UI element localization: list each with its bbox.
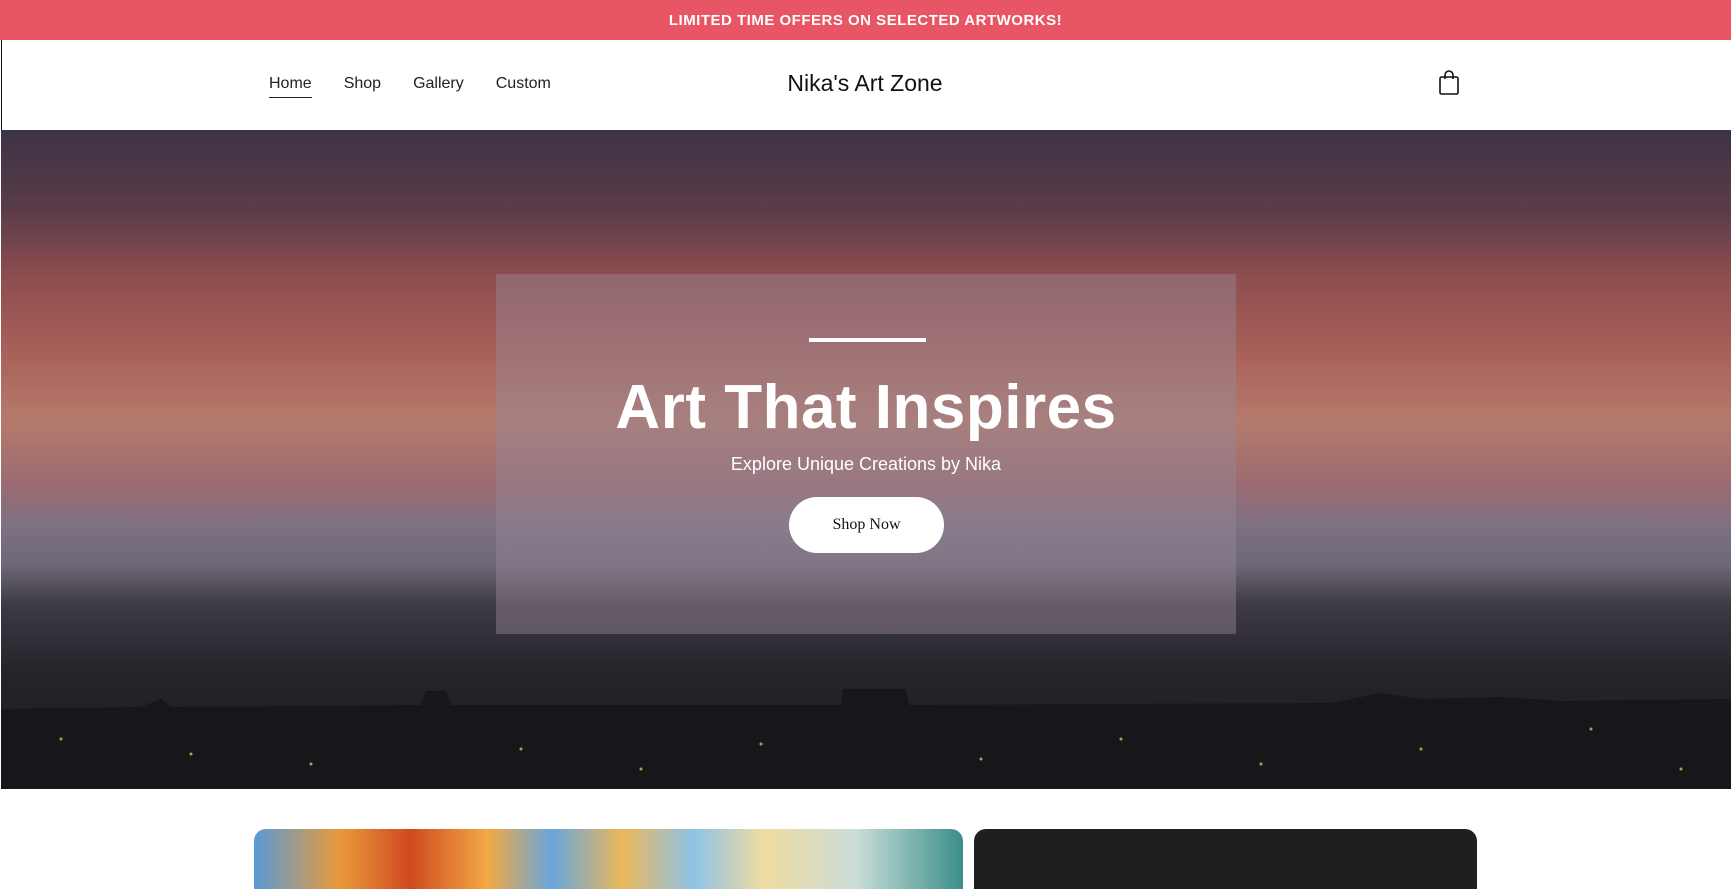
hero-panel: Art That Inspires Explore Unique Creatio… <box>496 274 1236 634</box>
main-nav: Home Shop Gallery Custom <box>269 75 551 98</box>
hero-title: Art That Inspires <box>615 373 1117 442</box>
nav-gallery[interactable]: Gallery <box>413 75 464 98</box>
promo-text: LIMITED TIME OFFERS ON SELECTED ARTWORKS… <box>668 11 1063 29</box>
shop-now-button[interactable]: Shop Now <box>789 497 944 553</box>
nav-shop[interactable]: Shop <box>344 75 381 98</box>
site-logo-text[interactable]: Nika's Art Zone <box>700 70 1030 97</box>
shopping-bag-icon[interactable] <box>1437 70 1461 96</box>
city-skyline-image <box>1 689 1731 789</box>
artwork-card-right[interactable] <box>974 829 1477 889</box>
hero-divider <box>809 338 926 342</box>
nav-home[interactable]: Home <box>269 75 312 98</box>
hero-subtitle: Explore Unique Creations by Nika <box>730 454 1002 474</box>
hero-banner: Art That Inspires Explore Unique Creatio… <box>1 130 1731 789</box>
artwork-card-left[interactable] <box>254 829 963 889</box>
featured-section <box>0 789 1731 889</box>
promo-banner: LIMITED TIME OFFERS ON SELECTED ARTWORKS… <box>0 0 1731 40</box>
nav-custom[interactable]: Custom <box>496 75 551 98</box>
